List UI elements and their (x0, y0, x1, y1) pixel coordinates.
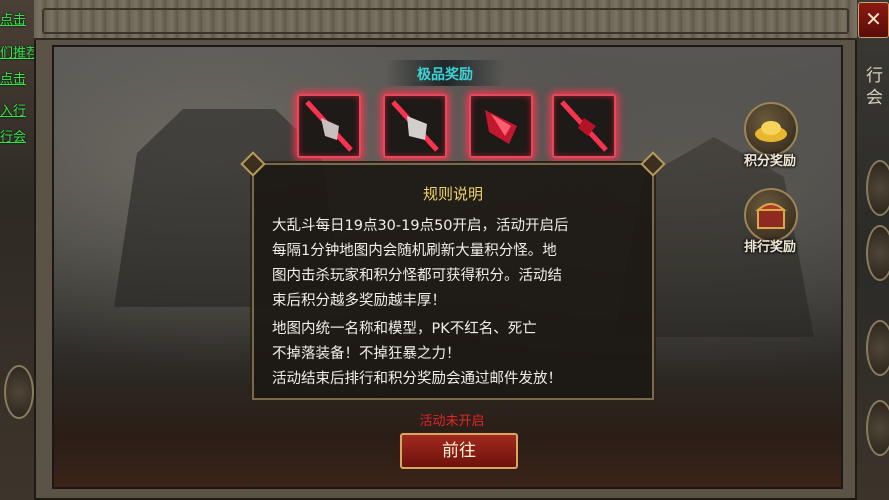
gauntlet-icon (391, 100, 439, 152)
rank-reward-label: 排行奖励 (743, 240, 796, 255)
reward-title: 极品奖励 (417, 67, 473, 83)
go-button[interactable]: 前往 (400, 433, 518, 469)
gauntlet-icon (305, 100, 353, 152)
right-round-icon-4[interactable] (866, 400, 889, 456)
rule-line-4: 束后积分越多奖励越丰厚！ (272, 293, 446, 309)
gold-ingot-icon (744, 102, 798, 156)
left-round-icon[interactable] (4, 365, 34, 419)
rank-reward-button[interactable]: 排行奖励 (738, 188, 802, 268)
rule-line-7: 活动结束后排行和积分奖励会通过邮件发放！ (272, 371, 562, 387)
rule-line-3: 图内击杀玩家和积分怪都可获得积分。活动结 (272, 268, 562, 284)
gem-icon (485, 110, 517, 144)
points-reward-button[interactable]: 积分奖励 (738, 102, 802, 182)
crystal-icon (560, 100, 608, 152)
points-reward-label: 积分奖励 (743, 154, 796, 169)
panel-top-frame (34, 0, 857, 40)
event-status: 活动未开启 (419, 414, 485, 429)
reward-slot-3[interactable] (469, 94, 533, 158)
left-link-3[interactable]: 点击 (0, 68, 26, 87)
right-text-2: 会 (866, 88, 883, 108)
right-round-icon-2[interactable] (866, 225, 889, 281)
rule-line-2: 每隔1分钟地图内会随机刷新大量积分怪。地 (272, 243, 557, 259)
close-button[interactable]: ✕ (858, 2, 889, 38)
right-text-1: 行 (866, 66, 883, 86)
left-link-5[interactable]: 行会 (0, 126, 26, 145)
rule-line-1: 大乱斗每日19点30-19点50开启，活动开启后 (272, 218, 569, 234)
reward-slot-1[interactable] (297, 94, 361, 158)
rule-line-5: 地图内统一名称和模型，PK不红名、死亡 (272, 321, 537, 337)
right-round-icon-3[interactable] (866, 320, 889, 376)
rules-panel: 规则说明 大乱斗每日19点30-19点50开启，活动开启后 每隔1分钟地图内会随… (240, 151, 666, 400)
treasure-chest-icon (744, 188, 798, 242)
rules-title: 规则说明 (422, 185, 483, 203)
left-link-1[interactable]: 点击 (0, 9, 26, 28)
reward-slot-2[interactable] (383, 94, 447, 158)
left-link-4[interactable]: 入行 (0, 100, 26, 119)
reward-slot-4[interactable] (552, 94, 616, 158)
rule-line-6: 不掉落装备！不掉狂暴之力！ (272, 346, 461, 362)
right-round-icon-1[interactable] (866, 160, 889, 216)
